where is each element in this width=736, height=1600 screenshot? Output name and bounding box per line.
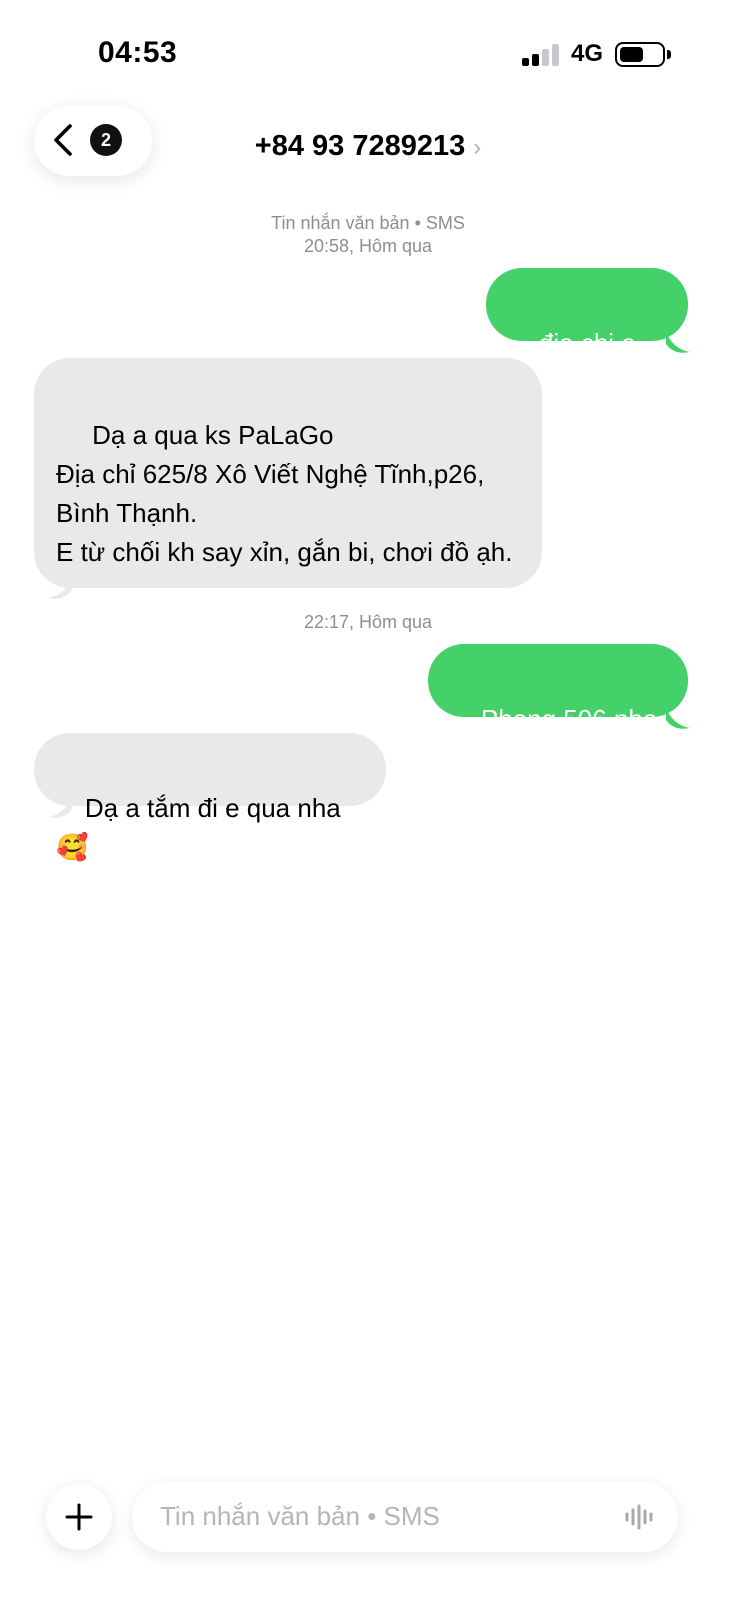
bubble-tail (666, 332, 690, 353)
message-timestamp: 20:58, Hôm qua (303, 236, 433, 256)
bubble-tail (48, 578, 72, 599)
contact-title[interactable]: +84 93 7289213 › (0, 130, 736, 163)
message-text: Phong 506 nha e (452, 704, 665, 773)
bubble-tail (666, 708, 690, 729)
message-timestamp: 22:17, Hôm qua (303, 612, 433, 632)
message-input[interactable]: Tin nhắn văn bản • SMS (132, 1482, 678, 1552)
outgoing-message[interactable]: đia chi e nha (486, 268, 688, 397)
bubble-tail (48, 797, 72, 818)
battery-cap (667, 50, 671, 59)
message-text: Dạ a qua ks PaLaGo Địa chỉ 625/8 Xô Viết… (56, 420, 513, 567)
contact-name: +84 93 7289213 (254, 130, 466, 162)
conversation-meta: Tin nhắn văn bản • SMS 20:58, Hôm qua (0, 212, 736, 258)
message-text: Dạ a tắm đi e qua nha🥰 (56, 793, 341, 862)
status-time: 04:53 (98, 36, 178, 69)
outgoing-message[interactable]: Phong 506 nha e (428, 644, 688, 773)
message-input-placeholder: Tin nhắn văn bản • SMS (160, 1501, 440, 1531)
messages-screen: 04:53 4G 2 +84 93 7289213 › Tin nhắn văn … (0, 0, 736, 1600)
battery-icon (615, 42, 665, 67)
waveform-icon[interactable] (624, 1504, 656, 1530)
network-type: 4G (571, 40, 604, 67)
chevron-right-icon: › (473, 134, 482, 161)
incoming-message[interactable]: Dạ a tắm đi e qua nha🥰 (34, 733, 386, 862)
plus-icon (65, 1503, 93, 1531)
message-service-label: Tin nhắn văn bản • SMS (271, 213, 465, 233)
cellular-signal-icon (522, 42, 560, 66)
incoming-message[interactable]: Dạ a qua ks PaLaGo Địa chỉ 625/8 Xô Viết… (34, 358, 542, 588)
add-attachment-button[interactable] (46, 1484, 112, 1550)
